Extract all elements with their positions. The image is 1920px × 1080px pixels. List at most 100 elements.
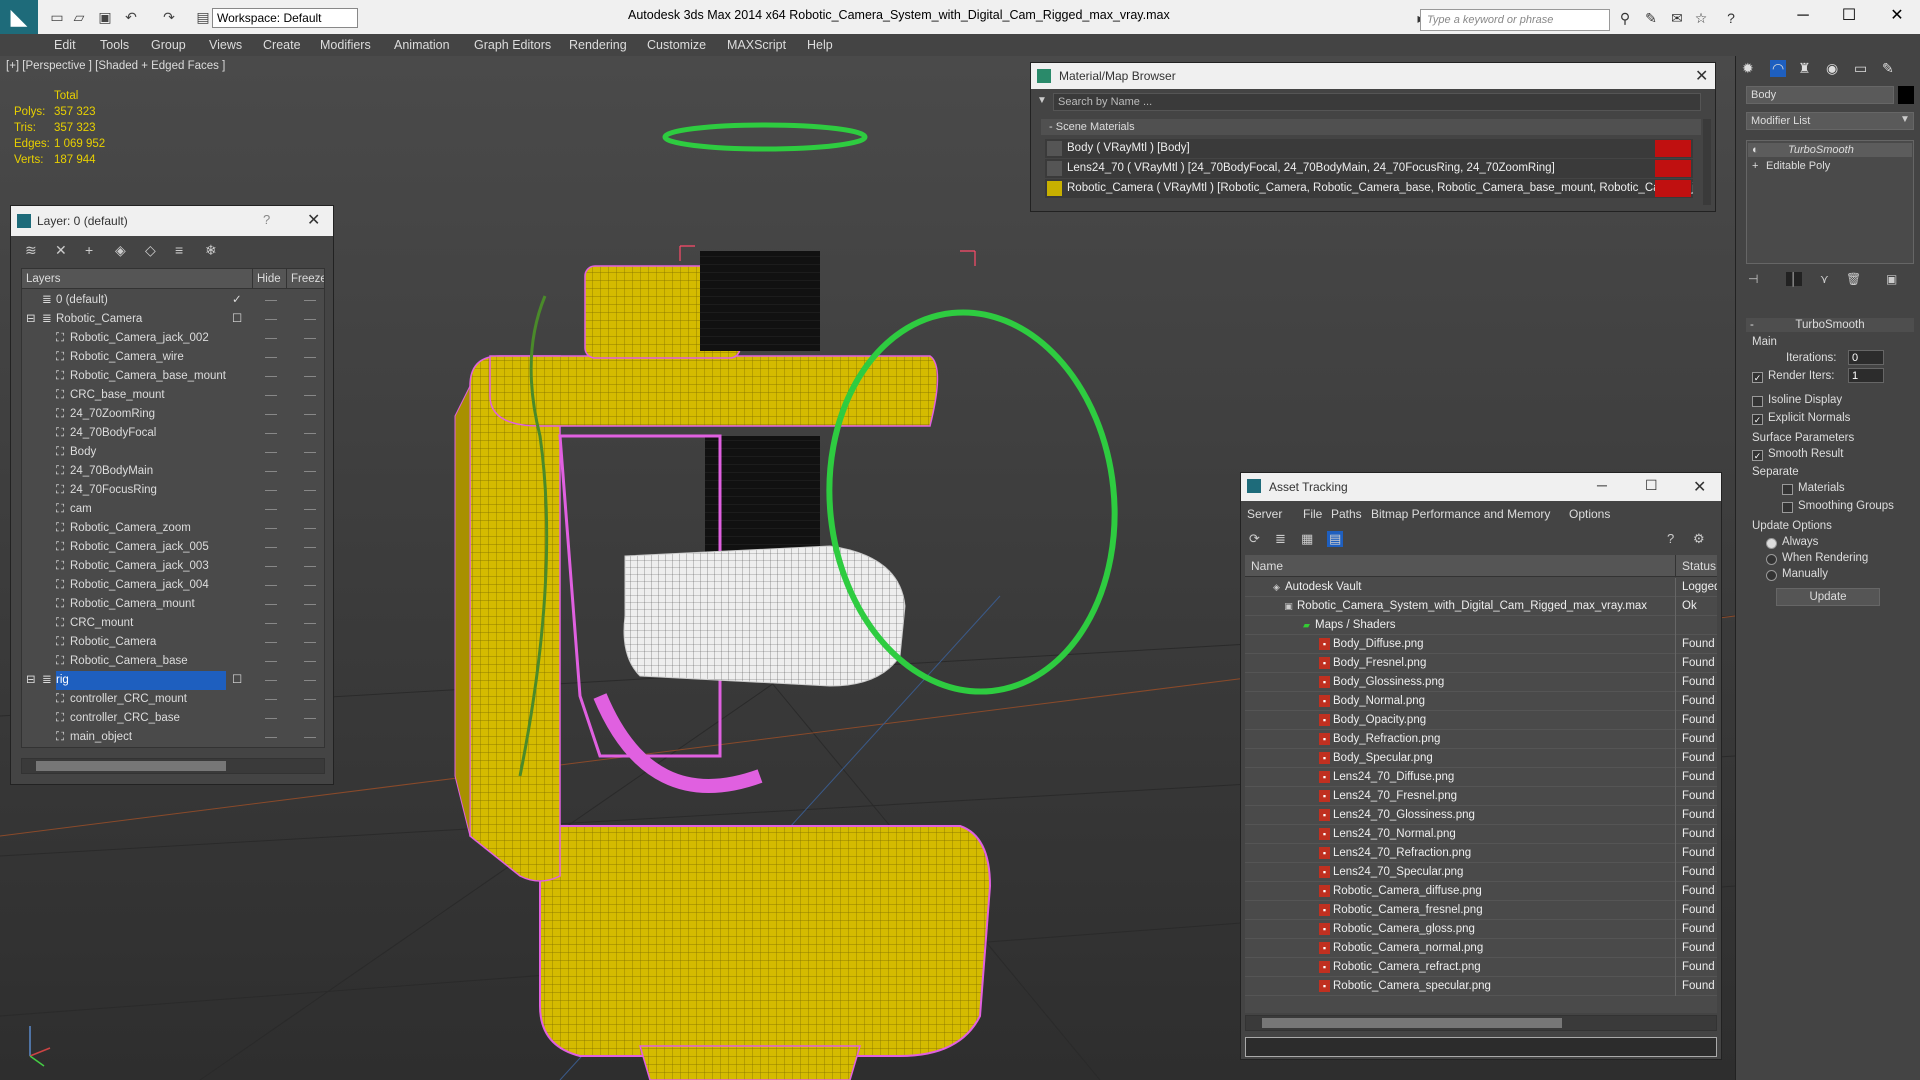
asset-horizontal-scrollbar[interactable] bbox=[1245, 1015, 1717, 1031]
hide-toggle[interactable] bbox=[265, 395, 277, 396]
asset-row[interactable]: ▪ Body_Normal.png Found bbox=[1245, 692, 1717, 711]
layer-row[interactable]: ⛶ CRC_base_mount bbox=[22, 386, 324, 405]
iterations-spinner[interactable]: 0 bbox=[1848, 350, 1884, 365]
asset-scroll-thumb[interactable] bbox=[1262, 1018, 1562, 1028]
create-tab-icon[interactable]: ✹ bbox=[1742, 60, 1754, 77]
layer-row[interactable]: ⛶ Robotic_Camera bbox=[22, 633, 324, 652]
freeze-toggle[interactable] bbox=[304, 452, 316, 453]
menu-group[interactable]: Group bbox=[151, 34, 186, 56]
stack-item-turbosmooth[interactable]: ◐ TurboSmooth bbox=[1748, 143, 1912, 157]
asset-row[interactable]: ▪ Body_Opacity.png Found bbox=[1245, 711, 1717, 730]
render-iters-checkbox[interactable]: ✓ bbox=[1752, 372, 1763, 383]
make-unique-icon[interactable]: ⋎ bbox=[1820, 272, 1829, 286]
layer-tree[interactable]: Layers Hide Freeze ≣ 0 (default) ✓ ⊟ ≣ Roboti… bbox=[21, 268, 325, 748]
freeze-toggle[interactable] bbox=[304, 604, 316, 605]
menu-rendering[interactable]: Rendering bbox=[569, 34, 627, 56]
layer-row[interactable]: ⛶ main_object bbox=[22, 728, 324, 747]
workspace-dropdown[interactable]: Workspace: Default bbox=[212, 8, 358, 28]
freeze-toggle[interactable] bbox=[304, 376, 316, 377]
freeze-toggle[interactable] bbox=[304, 566, 316, 567]
freeze-all-icon[interactable]: ❄ bbox=[205, 242, 217, 259]
hide-toggle[interactable] bbox=[265, 680, 277, 681]
delete-layer-icon[interactable]: ✕ bbox=[55, 242, 67, 259]
hide-toggle[interactable] bbox=[265, 338, 277, 339]
asset-row[interactable]: ▪ Body_Glossiness.png Found bbox=[1245, 673, 1717, 692]
freeze-toggle[interactable] bbox=[304, 528, 316, 529]
material-row[interactable]: Robotic_Camera ( VRayMtl ) [Robotic_Came… bbox=[1045, 179, 1693, 198]
menu-help[interactable]: Help bbox=[807, 34, 833, 56]
col-freeze[interactable]: Freeze bbox=[286, 269, 324, 289]
hide-toggle[interactable] bbox=[265, 433, 277, 434]
freeze-toggle[interactable] bbox=[304, 509, 316, 510]
hide-toggle[interactable] bbox=[265, 509, 277, 510]
asset-menu-bitmap-performance[interactable]: Bitmap Performance and Memory bbox=[1371, 507, 1550, 521]
new-layer-icon[interactable]: ≋ bbox=[25, 242, 37, 259]
freeze-toggle[interactable] bbox=[304, 718, 316, 719]
hide-toggle[interactable] bbox=[265, 585, 277, 586]
asset-row[interactable]: ▪ Lens24_70_Normal.png Found bbox=[1245, 825, 1717, 844]
modifier-list-dropdown[interactable]: Modifier List bbox=[1746, 112, 1914, 130]
favorites-star-icon[interactable]: ☆ bbox=[1692, 10, 1710, 26]
hide-toggle[interactable] bbox=[265, 528, 277, 529]
hide-toggle[interactable] bbox=[265, 737, 277, 738]
pin-stack-icon[interactable]: ⊣ bbox=[1748, 272, 1758, 286]
layer-row[interactable]: ⛶ CRC_mount bbox=[22, 614, 324, 633]
layer-row[interactable]: ≣ 0 (default) ✓ bbox=[22, 291, 324, 310]
layer-row[interactable]: ⛶ Robotic_Camera_base_mount bbox=[22, 367, 324, 386]
object-color-swatch[interactable] bbox=[1898, 86, 1914, 104]
active-layer-toggle[interactable]: ✓ bbox=[232, 291, 242, 310]
hierarchy-tab-icon[interactable]: ♜ bbox=[1798, 60, 1811, 77]
asset-table[interactable]: Name Status ◈ Autodesk Vault Logged ▣ Roboti… bbox=[1245, 555, 1717, 1013]
asset-row[interactable]: ▪ Robotic_Camera_diffuse.png Found bbox=[1245, 882, 1717, 901]
hide-toggle[interactable] bbox=[265, 490, 277, 491]
render-iters-spinner[interactable]: 1 bbox=[1848, 368, 1884, 383]
select-objects-icon[interactable]: ◈ bbox=[115, 242, 126, 259]
hide-toggle[interactable] bbox=[265, 642, 277, 643]
configure-modifier-sets-icon[interactable]: ▣ bbox=[1886, 272, 1897, 286]
freeze-toggle[interactable] bbox=[304, 585, 316, 586]
layer-close-icon[interactable]: ✕ bbox=[307, 210, 320, 230]
expand-plus-icon[interactable]: + bbox=[1752, 159, 1758, 173]
communication-center-icon[interactable]: ✉ bbox=[1668, 10, 1686, 26]
hide-all-icon[interactable]: ≡ bbox=[175, 242, 183, 258]
layer-row[interactable]: ⛶ Robotic_Camera_zoom bbox=[22, 519, 324, 538]
asset-row[interactable]: ▪ Lens24_70_Fresnel.png Found bbox=[1245, 787, 1717, 806]
layer-row[interactable]: ⛶ Robotic_Camera_base bbox=[22, 652, 324, 671]
hide-toggle[interactable] bbox=[265, 566, 277, 567]
hide-toggle[interactable] bbox=[265, 471, 277, 472]
asset-help-icon[interactable]: ? bbox=[1667, 531, 1674, 546]
menu-maxscript[interactable]: MAXScript bbox=[727, 34, 786, 56]
asset-maximize-button[interactable]: ☐ bbox=[1645, 477, 1658, 494]
help-icon[interactable]: ? bbox=[1722, 10, 1740, 26]
display-tab-icon[interactable]: ▭ bbox=[1854, 60, 1867, 77]
menu-customize[interactable]: Customize bbox=[647, 34, 706, 56]
layer-row[interactable]: ⛶ cam bbox=[22, 500, 324, 519]
layer-row[interactable]: ⛶ Robotic_Camera_jack_003 bbox=[22, 557, 324, 576]
layer-row[interactable]: ⛶ Robotic_Camera_mount bbox=[22, 595, 324, 614]
freeze-toggle[interactable] bbox=[304, 547, 316, 548]
layer-row[interactable]: ⛶ 24_70ZoomRing bbox=[22, 405, 324, 424]
material-browser-scrollbar[interactable] bbox=[1703, 119, 1711, 205]
asset-settings-icon[interactable]: ⚙ bbox=[1693, 531, 1705, 547]
asset-row[interactable]: ▣ Robotic_Camera_System_with_Digital_Cam_… bbox=[1245, 597, 1717, 616]
hide-toggle[interactable] bbox=[265, 357, 277, 358]
close-button[interactable]: ✕ bbox=[1874, 4, 1920, 28]
menu-tools[interactable]: Tools bbox=[100, 34, 129, 56]
collapse-toggle-icon[interactable]: ⊟ bbox=[26, 671, 36, 690]
asset-menu-paths[interactable]: Paths bbox=[1331, 507, 1362, 521]
material-row[interactable]: Body ( VRayMtl ) [Body] bbox=[1045, 139, 1693, 158]
asset-row[interactable]: ▪ Body_Refraction.png Found bbox=[1245, 730, 1717, 749]
hide-toggle[interactable] bbox=[265, 547, 277, 548]
subscription-key-icon[interactable]: ✎ bbox=[1642, 10, 1660, 26]
menu-edit[interactable]: Edit bbox=[54, 34, 76, 56]
layer-row[interactable]: ⊟ ≣ rig ☐ bbox=[22, 671, 324, 690]
keyword-search-input[interactable]: Type a keyword or phrase bbox=[1420, 9, 1610, 31]
col-hide[interactable]: Hide bbox=[252, 269, 281, 289]
freeze-toggle[interactable] bbox=[304, 680, 316, 681]
add-selection-icon[interactable]: + bbox=[85, 242, 93, 258]
layer-help-button[interactable]: ? bbox=[263, 212, 270, 227]
refresh-icon[interactable]: ⟳ bbox=[1249, 531, 1260, 547]
modify-tab-icon[interactable]: ◠ bbox=[1770, 60, 1787, 77]
freeze-toggle[interactable] bbox=[304, 319, 316, 320]
hide-toggle[interactable] bbox=[265, 699, 277, 700]
